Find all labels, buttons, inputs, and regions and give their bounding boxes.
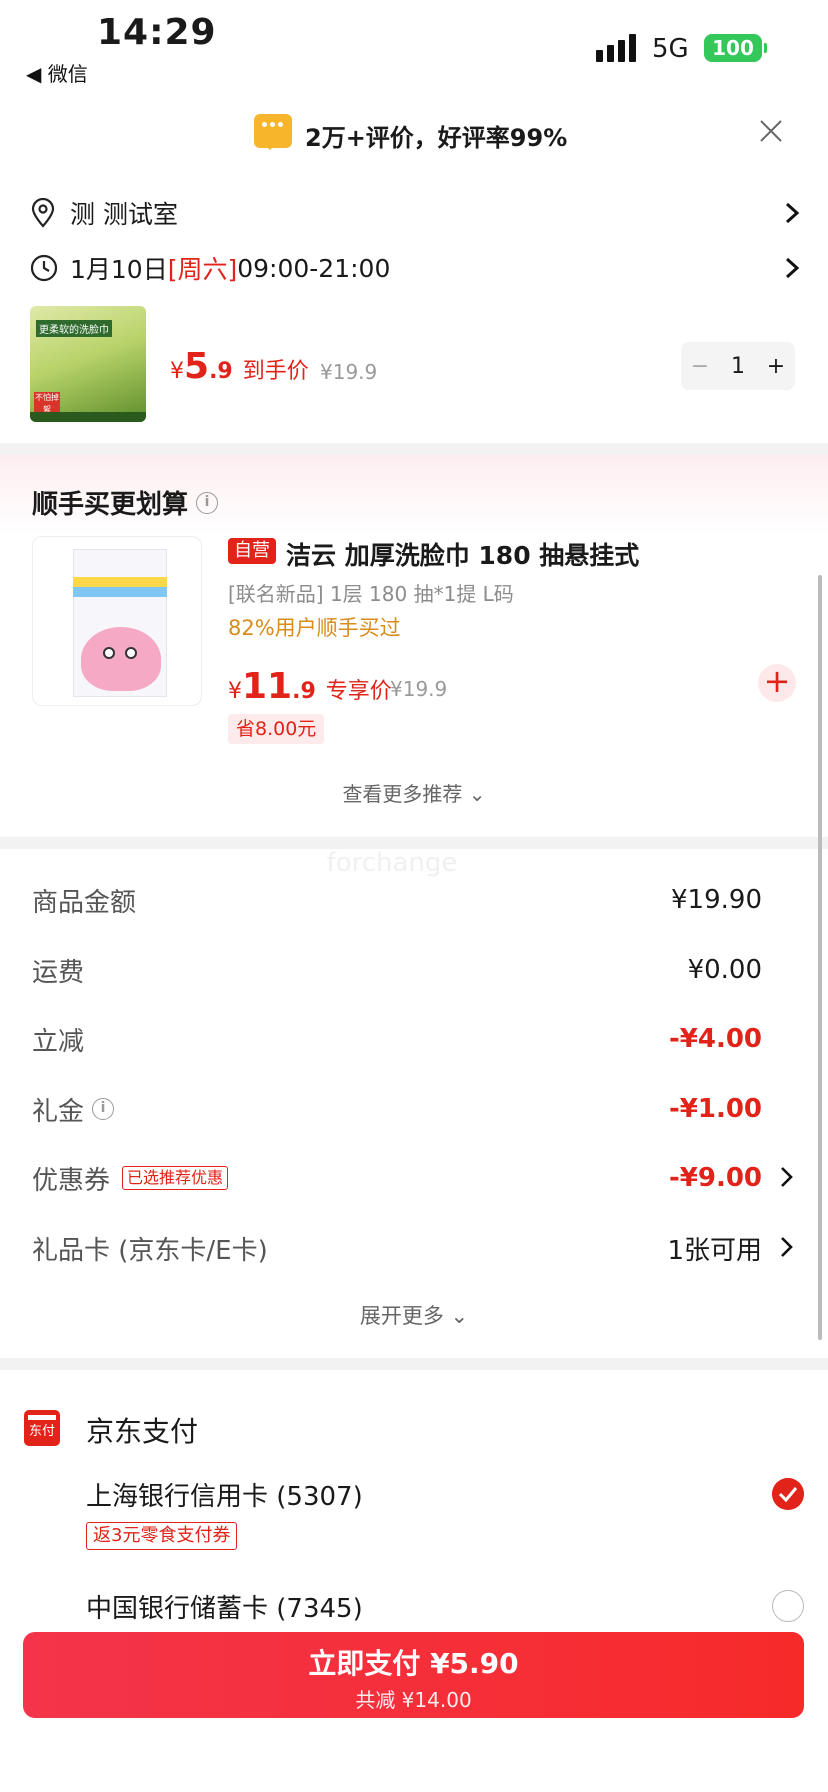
quantity-value[interactable]: 1 xyxy=(719,354,757,379)
jd-pay-logo: 东付 xyxy=(24,1410,60,1446)
rec-price-currency: ¥ xyxy=(228,679,242,704)
scrollbar[interactable] xyxy=(818,575,822,1340)
price-label: 到手价 xyxy=(242,359,309,384)
fee-row-gift-money: 礼金 i -¥1.00 xyxy=(32,1089,762,1129)
recommend-spec: [联名新品] 1层 180 抽*1提 L码 xyxy=(228,582,514,606)
clock-icon xyxy=(30,254,58,282)
fee-value: -¥1.00 xyxy=(668,1094,762,1124)
expand-more-link[interactable]: 展开更多 ⌄ xyxy=(0,1300,828,1330)
battery-icon: 100 xyxy=(704,34,767,62)
section-divider xyxy=(0,443,828,455)
increment-button[interactable]: + xyxy=(757,354,795,379)
pay-now-label: 立即支付 ¥5.90 xyxy=(308,1647,519,1680)
self-operated-tag: 自营 xyxy=(228,538,276,564)
recommend-name[interactable]: 洁云 加厚洗脸巾 180 抽悬挂式 xyxy=(286,536,639,572)
delivery-date: 1月10日 xyxy=(70,255,168,284)
info-icon[interactable]: i xyxy=(196,491,219,514)
recommend-title: 顺手买更划算 i xyxy=(32,484,219,521)
pay-now-button[interactable]: 立即支付 ¥5.90 共减 ¥14.00 xyxy=(23,1632,804,1718)
payment-card-2[interactable]: 中国银行储蓄卡 (7345) xyxy=(86,1588,363,1625)
chevron-right-icon xyxy=(781,1237,793,1257)
rec-price-dec: .9 xyxy=(292,679,316,704)
address-row[interactable]: 测 测试室 xyxy=(30,195,800,231)
fee-row-gift-card[interactable]: 礼品卡 (京东卡/E卡) 1张可用 xyxy=(32,1228,793,1268)
fee-label: 立减 xyxy=(32,1026,85,1057)
recommend-price: ¥11.9 专享价 xyxy=(228,666,392,707)
fee-value: -¥9.00 xyxy=(668,1163,762,1193)
fee-row-discount: 立减 -¥4.00 xyxy=(32,1019,762,1059)
delivery-time-row[interactable]: 1月10日 [周六] 09:00-21:00 xyxy=(30,250,800,286)
address-text: 测 测试室 xyxy=(70,200,178,229)
recommend-title-text: 顺手买更划算 xyxy=(32,490,189,520)
coupon-tag: 已选推荐优惠 xyxy=(122,1166,229,1190)
decrement-button[interactable]: − xyxy=(681,354,719,379)
rec-price-int: 11 xyxy=(242,666,293,707)
price-int: 5 xyxy=(184,346,210,387)
save-badge: 省8.00元 xyxy=(228,714,325,744)
card-cashback-tag: 返3元零食支付券 xyxy=(86,1522,238,1550)
fee-value: -¥4.00 xyxy=(668,1024,762,1054)
fee-value: ¥19.90 xyxy=(671,885,762,915)
fee-label: 商品金额 xyxy=(32,887,137,918)
fee-label: 优惠券 xyxy=(32,1165,111,1196)
delivery-hours: 09:00-21:00 xyxy=(237,253,391,283)
more-recommendations-link[interactable]: 查看更多推荐 ⌄ xyxy=(0,778,828,807)
original-price: ¥19.9 xyxy=(320,360,378,384)
product-thumbnail[interactable]: 更柔软的洗脸巾 不怕掉絮 xyxy=(30,306,146,422)
fee-row-goods: 商品金额 ¥19.90 xyxy=(32,880,762,920)
network-type: 5G xyxy=(652,34,689,64)
review-banner-text: 2万+评价，好评率99% xyxy=(305,124,568,152)
quantity-stepper[interactable]: − 1 + xyxy=(681,342,795,390)
signal-icon xyxy=(596,34,636,62)
info-icon[interactable]: i xyxy=(92,1098,115,1120)
fee-label: 礼品卡 (京东卡/E卡) xyxy=(32,1235,268,1266)
back-to-wechat[interactable]: ◀ 微信 xyxy=(26,58,88,87)
payment-card-1[interactable]: 上海银行信用卡 (5307) xyxy=(86,1476,363,1513)
delivery-weekday: [周六] xyxy=(167,255,238,284)
watermark-text: forchange xyxy=(326,848,458,878)
fee-label: 礼金 xyxy=(32,1096,85,1127)
fee-row-coupon[interactable]: 优惠券 已选推荐优惠 -¥9.00 xyxy=(32,1158,793,1198)
pay-now-saving: 共减 ¥14.00 xyxy=(355,1688,472,1712)
close-icon[interactable] xyxy=(758,118,784,144)
chat-bubble-icon xyxy=(254,114,292,150)
product-thumb-title: 更柔软的洗脸巾 xyxy=(36,320,112,337)
recommend-thumbnail[interactable] xyxy=(32,536,202,706)
recommend-original-price: ¥19.9 xyxy=(390,677,448,701)
rec-price-label: 专享价 xyxy=(325,679,392,704)
radio-unselected-icon[interactable] xyxy=(772,1590,804,1622)
fee-label: 运费 xyxy=(32,957,85,988)
status-time: 14:29 xyxy=(97,12,217,53)
chevron-right-icon xyxy=(785,202,800,224)
chevron-right-icon xyxy=(785,257,800,279)
payment-title: 京东支付 xyxy=(86,1415,199,1448)
chevron-right-icon xyxy=(781,1167,793,1187)
fee-row-shipping: 运费 ¥0.00 xyxy=(32,950,762,990)
price-dec: .9 xyxy=(209,359,233,384)
product-price: ¥5.9 到手价 xyxy=(170,346,309,387)
fee-value: ¥0.00 xyxy=(687,955,762,985)
location-pin-icon xyxy=(31,198,55,228)
add-to-order-button[interactable]: + xyxy=(758,664,796,702)
check-selected-icon[interactable] xyxy=(772,1478,804,1510)
fee-value: 1张可用 xyxy=(667,1235,762,1266)
recommend-buy-rate: 82%用户顺手买过 xyxy=(228,616,401,640)
section-divider xyxy=(0,1358,828,1370)
price-currency: ¥ xyxy=(170,359,184,384)
